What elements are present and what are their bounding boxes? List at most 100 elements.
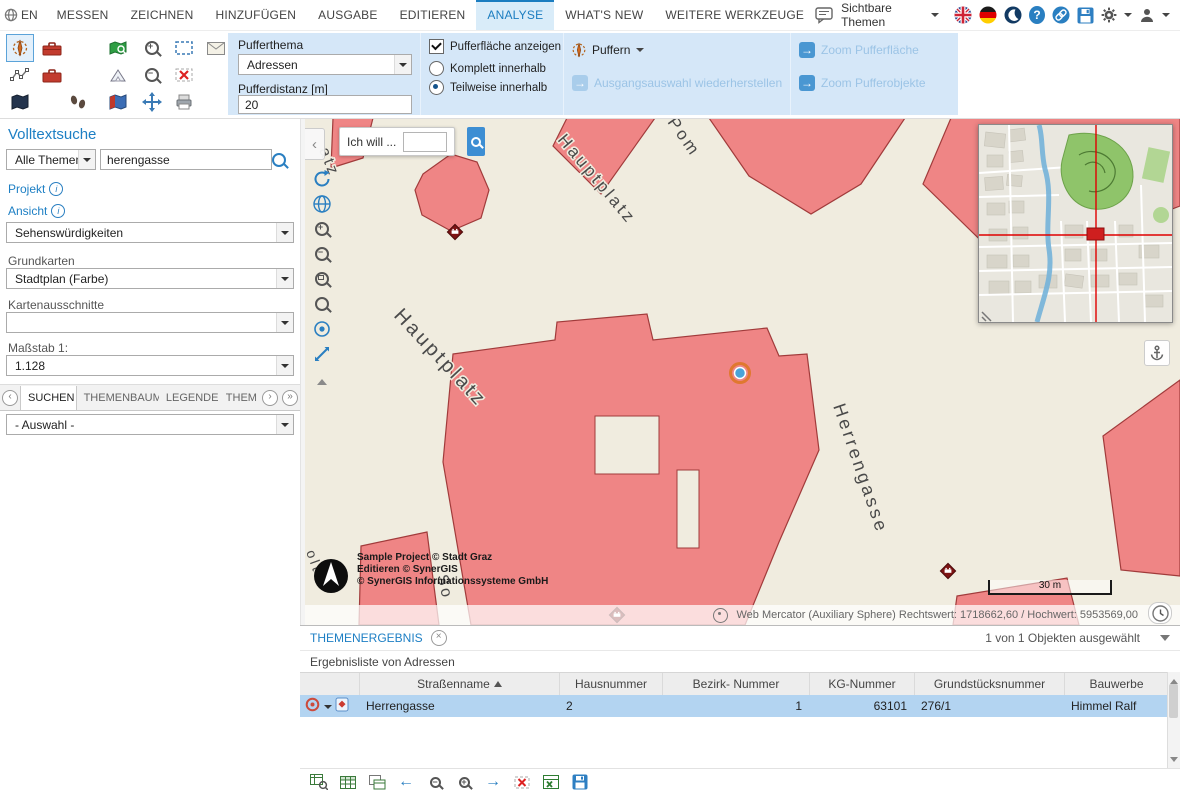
select-rectangle-tool[interactable] <box>170 34 198 62</box>
user-dropdown-caret[interactable] <box>1162 13 1170 21</box>
feedback-chat-icon[interactable] <box>815 6 834 24</box>
clear-result-selection-icon[interactable] <box>512 772 532 792</box>
header-kg-nummer[interactable]: KG-Nummer <box>810 673 915 695</box>
restore-selection-button[interactable]: Ausgangsauswahl wiederherstellen <box>572 75 782 91</box>
gear-dropdown-caret[interactable] <box>1124 13 1132 21</box>
scroll-down-icon[interactable] <box>1170 757 1178 766</box>
globe-extent-icon[interactable] <box>311 193 333 215</box>
toolbar-scroll-up-icon[interactable] <box>317 374 327 385</box>
close-results-icon[interactable] <box>430 630 447 646</box>
settings-gear-icon[interactable] <box>1101 7 1117 23</box>
buffer-tool[interactable] <box>6 34 34 62</box>
ansicht-select[interactable]: Sehenswürdigkeiten <box>6 222 294 243</box>
results-scrollbar[interactable] <box>1167 672 1180 769</box>
projekt-link[interactable]: Projekt <box>8 182 64 196</box>
map-zoom-green-icon[interactable] <box>104 34 132 62</box>
center-map-icon[interactable] <box>311 318 333 340</box>
tabstrip-scroll-left[interactable] <box>2 389 18 406</box>
result-row-selected[interactable]: Herrengasse 2 1 63101 276/1 Himmel Ralf <box>300 695 1168 717</box>
teilweise-innerhalb-radio[interactable] <box>429 80 444 95</box>
tabstrip-scroll-end[interactable] <box>282 389 298 406</box>
tab-analyse[interactable]: ANALYSE <box>476 0 555 30</box>
coordinate-target-icon[interactable] <box>713 607 729 623</box>
help-icon[interactable] <box>1028 6 1045 24</box>
visible-themes-dropdown[interactable]: Sichtbare Themen <box>841 1 939 29</box>
share-link-icon[interactable] <box>1052 6 1070 24</box>
header-grundstuecksnummer[interactable]: Grundstücksnummer <box>915 673 1065 695</box>
mail-tool[interactable] <box>202 34 230 62</box>
tabstrip-scroll-right[interactable] <box>262 389 278 406</box>
zoom-out-tool[interactable] <box>138 61 166 89</box>
zoom-buffer-area-button[interactable]: Zoom Pufferfläche <box>799 42 919 58</box>
map-view[interactable]: Hauptplatz Hauptplatz Herrengasse Pom at… <box>305 118 1180 625</box>
tab-editieren[interactable]: EDITIEREN <box>389 0 477 30</box>
overview-map[interactable] <box>978 124 1173 323</box>
tab-suchen[interactable]: SUCHEN <box>20 385 77 410</box>
zoom-in-tool[interactable] <box>138 34 166 62</box>
zoom-last-icon[interactable] <box>311 293 333 315</box>
anchor-icon[interactable] <box>1144 340 1170 366</box>
dark-map-tool[interactable] <box>6 88 34 116</box>
puffern-button[interactable]: Puffern <box>572 42 645 58</box>
tab-legende[interactable]: LEGENDE <box>159 386 219 410</box>
user-icon[interactable] <box>1139 7 1155 23</box>
scroll-thumb[interactable] <box>1169 684 1178 718</box>
zoom-in-results-icon[interactable] <box>454 772 474 792</box>
fulltext-search-input[interactable] <box>100 149 272 170</box>
poi-marker-museum-3[interactable] <box>938 561 958 584</box>
label-triangle-tool[interactable] <box>104 61 132 89</box>
puffern-dropdown-caret[interactable] <box>636 48 645 56</box>
tab-whats-new[interactable]: WHAT'S NEW <box>554 0 654 30</box>
grundkarten-select[interactable]: Stadtplan (Farbe) <box>6 268 294 289</box>
row-actions-caret[interactable] <box>324 705 332 713</box>
save-results-icon[interactable] <box>570 772 590 792</box>
header-bezirk-nummer[interactable]: Bezirk- Nummer <box>663 673 810 695</box>
tab-ausgabe[interactable]: AUSGABE <box>307 0 388 30</box>
save-icon[interactable] <box>1077 7 1094 24</box>
copy-table-icon[interactable] <box>367 772 387 792</box>
tab-themenbaum[interactable]: THEMENBAUM <box>77 386 159 410</box>
previous-result-icon[interactable] <box>396 772 416 792</box>
massstab-select[interactable]: 1.128 <box>6 355 294 376</box>
header-strassenname[interactable]: Straßenname <box>360 673 560 695</box>
pufferdistanz-input[interactable] <box>238 95 412 114</box>
uk-flag-icon[interactable] <box>954 6 972 24</box>
zoom-to-results-icon[interactable] <box>309 772 329 792</box>
dark-mode-moon-icon[interactable] <box>1004 6 1022 24</box>
overview-map-tool[interactable] <box>104 88 132 116</box>
kartenausschnitte-select[interactable] <box>6 312 294 333</box>
zoom-out-results-icon[interactable] <box>425 772 445 792</box>
search-theme-select[interactable]: Alle Themen <box>6 149 96 170</box>
collapse-results-icon[interactable] <box>1160 634 1170 646</box>
zoom-in-icon[interactable] <box>311 218 333 240</box>
sidebar-collapse-button[interactable] <box>305 128 325 160</box>
scroll-up-icon[interactable] <box>1170 675 1178 684</box>
tab-messen[interactable]: MESSEN <box>46 0 120 30</box>
zoom-buffer-objects-button[interactable]: Zoom Pufferobjekte <box>799 75 926 91</box>
history-clock-icon[interactable] <box>1148 602 1172 624</box>
export-excel-icon[interactable] <box>541 772 561 792</box>
german-flag-icon[interactable] <box>979 6 997 24</box>
komplett-innerhalb-radio[interactable] <box>429 61 444 76</box>
header-hausnummer[interactable]: Hausnummer <box>560 673 663 695</box>
next-result-icon[interactable] <box>483 772 503 792</box>
auswahl-select[interactable]: - Auswahl - <box>6 414 294 435</box>
refresh-icon[interactable] <box>311 168 333 190</box>
polyline-tool[interactable] <box>6 61 34 89</box>
pan-tool[interactable] <box>138 88 166 116</box>
search-icon[interactable] <box>272 153 286 167</box>
ich-will-widget[interactable]: Ich will ... <box>339 127 456 156</box>
ich-will-input[interactable] <box>403 131 448 152</box>
tab-hinzufuegen[interactable]: HINZUFÜGEN <box>205 0 308 30</box>
print-tool[interactable] <box>170 88 198 116</box>
ansicht-info-icon[interactable] <box>51 204 66 218</box>
show-table-icon[interactable] <box>338 772 358 792</box>
ich-will-search-button[interactable] <box>467 127 485 156</box>
locate-target-icon[interactable] <box>305 697 320 715</box>
footprints-tool[interactable] <box>64 88 92 116</box>
show-buffer-area-checkbox[interactable] <box>429 39 444 54</box>
ansicht-link[interactable]: Ansicht <box>8 204 66 218</box>
full-extent-icon[interactable] <box>311 343 333 365</box>
tab-themenergebnis-cut[interactable]: THEM <box>219 386 260 410</box>
row-marker-icon[interactable] <box>335 697 349 715</box>
